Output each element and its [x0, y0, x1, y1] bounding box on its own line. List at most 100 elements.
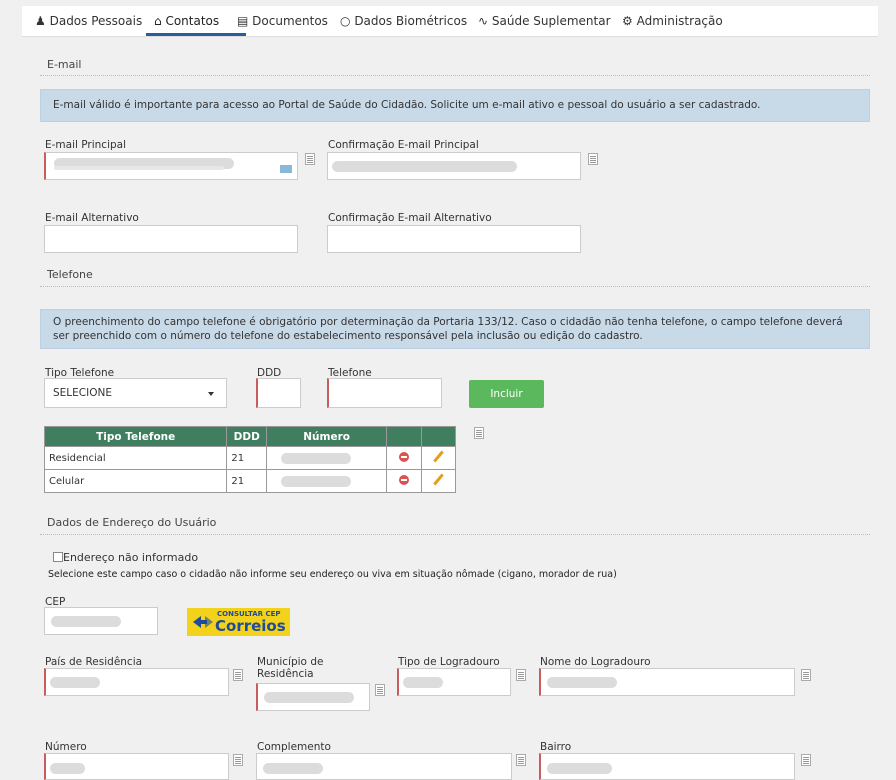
remove-icon[interactable] — [398, 451, 409, 462]
endereco-nao-informado-checkbox[interactable] — [53, 552, 63, 562]
redacted-value — [547, 763, 612, 774]
municipio-residencia-label: Município de Residência — [257, 656, 324, 680]
complemento-input[interactable] — [256, 753, 512, 780]
section-title-email: E-mail — [47, 58, 82, 71]
redacted-value — [281, 475, 352, 487]
confirm-email-principal-label: Confirmação E-mail Principal — [328, 139, 479, 151]
tab-bar: ♟ Dados Pessoais ⌂ Contatos ▤ Documentos… — [22, 6, 878, 37]
heartbeat-icon: ∿ — [478, 14, 489, 28]
tipo-logradouro-input[interactable] — [397, 668, 511, 696]
cell-ddd: 21 — [226, 469, 268, 493]
pencil-icon[interactable] — [433, 450, 444, 463]
copy-icon[interactable] — [801, 669, 811, 681]
table-header-row: Tipo Telefone DDD Número — [43, 426, 457, 447]
tab-contatos[interactable]: ⌂ Contatos — [154, 14, 219, 28]
cell-numero — [266, 446, 388, 470]
tab-administracao[interactable]: ⚙ Administração — [622, 14, 723, 28]
col-tipo-telefone: Tipo Telefone — [43, 426, 228, 447]
divider — [40, 534, 870, 535]
redacted-value — [50, 677, 100, 688]
consultar-cep-correios-button[interactable]: CONSULTAR CEP Correios — [187, 608, 290, 636]
col-ddd: DDD — [226, 426, 268, 447]
municipio-residencia-input[interactable] — [256, 683, 370, 711]
tab-dados-biometricos[interactable]: ○ Dados Biométricos — [340, 14, 467, 28]
pais-residencia-input[interactable] — [44, 668, 229, 696]
copy-icon[interactable] — [516, 669, 526, 681]
redacted-value — [281, 452, 352, 464]
cell-ddd: 21 — [226, 446, 268, 470]
copy-icon[interactable] — [375, 684, 385, 696]
tipo-telefone-select[interactable]: SELECIONE — [44, 378, 227, 408]
email-alternativo-label: E-mail Alternativo — [45, 212, 139, 224]
redacted-value — [54, 166, 224, 170]
copy-icon[interactable] — [588, 153, 598, 165]
confirm-email-principal-input[interactable] — [327, 152, 581, 180]
user-icon: ♟ — [35, 14, 46, 28]
endereco-nao-informado-label: Endereço não informado — [63, 551, 199, 564]
pais-residencia-label: País de Residência — [45, 656, 143, 668]
copy-icon[interactable] — [233, 754, 243, 766]
section-title-telefone: Telefone — [47, 268, 93, 281]
confirm-email-alternativo-input[interactable] — [327, 225, 581, 253]
copy-icon[interactable] — [474, 427, 484, 439]
ddd-input[interactable] — [256, 378, 301, 408]
incluir-button[interactable]: Incluir — [469, 380, 544, 408]
email-principal-label: E-mail Principal — [45, 139, 127, 151]
tab-dados-pessoais[interactable]: ♟ Dados Pessoais — [35, 14, 142, 28]
cep-input[interactable] — [44, 607, 158, 635]
email-principal-input[interactable] — [44, 152, 298, 180]
nome-logradouro-input[interactable] — [539, 668, 795, 696]
redacted-value — [51, 616, 121, 627]
email-info-box: E-mail válido é importante para acesso a… — [40, 89, 870, 122]
endereco-nao-informado-hint: Selecione este campo caso o cidadão não … — [48, 569, 617, 580]
tab-saude-suplementar[interactable]: ∿ Saúde Suplementar — [478, 14, 611, 28]
copy-icon[interactable] — [516, 754, 526, 766]
nome-logradouro-label: Nome do Logradouro — [540, 656, 651, 668]
email-alternativo-input[interactable] — [44, 225, 298, 253]
redacted-value — [332, 161, 517, 172]
tipo-logradouro-label: Tipo de Logradouro — [398, 656, 500, 668]
table-row: Residencial 21 — [43, 446, 457, 470]
pencil-icon[interactable] — [433, 473, 444, 486]
telefones-table: Tipo Telefone DDD Número Residencial 21 … — [43, 426, 457, 493]
cell-remove — [386, 469, 422, 493]
cell-tipo: Residencial — [43, 446, 228, 470]
redacted-value — [547, 677, 617, 688]
bairro-label: Bairro — [540, 741, 572, 753]
home-icon: ⌂ — [154, 14, 162, 28]
telefone-input[interactable] — [327, 378, 442, 408]
complemento-label: Complemento — [257, 741, 331, 753]
tab-documentos[interactable]: ▤ Documentos — [237, 14, 328, 28]
remove-icon[interactable] — [398, 474, 409, 485]
table-row: Celular 21 — [43, 469, 457, 493]
cell-numero — [266, 469, 388, 493]
numero-label: Número — [45, 741, 87, 753]
redacted-value — [403, 677, 443, 688]
cell-remove — [386, 446, 422, 470]
confirm-email-alternativo-label: Confirmação E-mail Alternativo — [328, 212, 492, 224]
telefone-info-box: O preenchimento do campo telefone é obri… — [40, 309, 870, 349]
email-validate-icon[interactable] — [280, 165, 292, 173]
fingerprint-icon: ○ — [340, 14, 351, 28]
numero-input[interactable] — [44, 753, 229, 780]
gear-icon: ⚙ — [622, 14, 633, 28]
bairro-input[interactable] — [539, 753, 795, 780]
redacted-value — [264, 692, 354, 703]
cell-edit — [420, 446, 457, 470]
divider — [40, 286, 870, 287]
section-title-endereco: Dados de Endereço do Usuário — [47, 516, 217, 529]
tipo-telefone-value: SELECIONE — [53, 387, 112, 399]
correios-logo-icon — [193, 616, 213, 628]
copy-icon[interactable] — [305, 153, 315, 165]
col-numero: Número — [266, 426, 388, 447]
divider — [40, 75, 870, 76]
active-tab-indicator — [146, 33, 246, 36]
copy-icon[interactable] — [801, 754, 811, 766]
document-icon: ▤ — [237, 14, 249, 28]
redacted-value — [50, 763, 85, 774]
copy-icon[interactable] — [233, 669, 243, 681]
correios-main-label: Correios — [215, 617, 286, 635]
redacted-value — [263, 763, 323, 774]
cell-edit — [420, 469, 457, 493]
cell-tipo: Celular — [43, 469, 228, 493]
